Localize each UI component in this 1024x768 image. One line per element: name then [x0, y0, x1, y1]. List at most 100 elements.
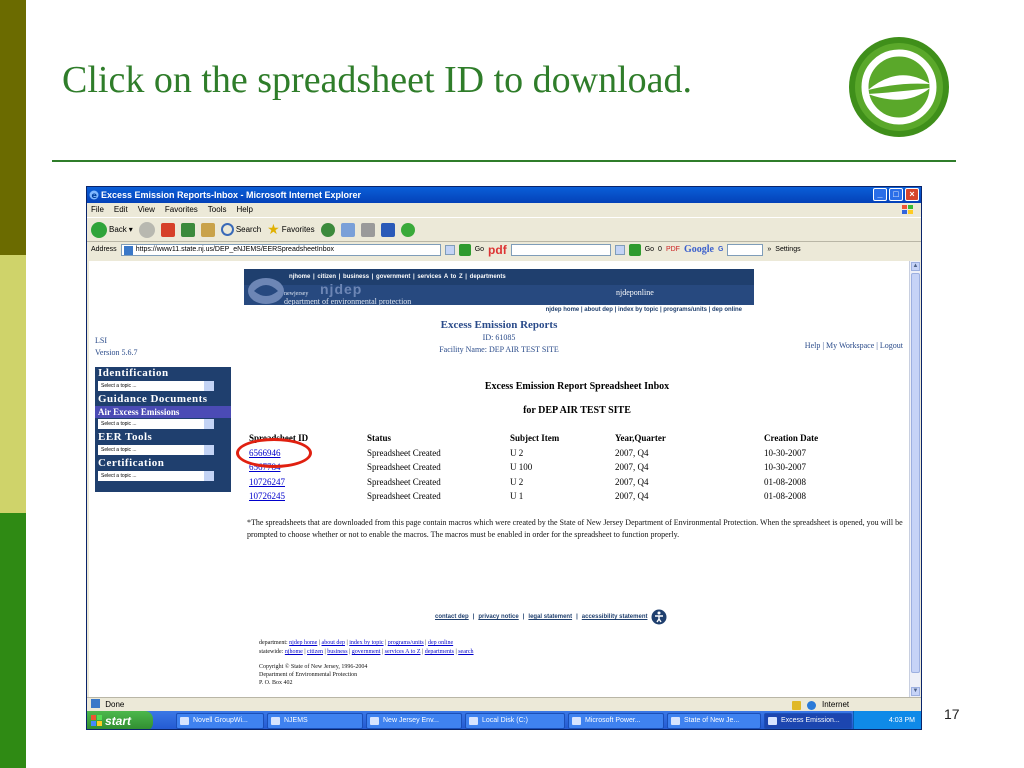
- task-new-jersey-env[interactable]: New Jersey Env...: [366, 713, 462, 729]
- settings-button[interactable]: Settings: [775, 246, 800, 253]
- eer-tools-select[interactable]: Select a topic ...: [98, 445, 214, 455]
- refresh-icon[interactable]: [180, 222, 195, 237]
- stop-icon[interactable]: [160, 222, 175, 237]
- dept-link[interactable]: njdep home: [289, 640, 317, 646]
- logout-link[interactable]: Logout: [880, 341, 903, 350]
- statewide-link[interactable]: services A to Z: [385, 649, 421, 655]
- ie-icon: [768, 717, 777, 725]
- menu-view[interactable]: View: [138, 203, 155, 217]
- status-bar: Done Internet: [87, 697, 921, 711]
- address-dropdown-button[interactable]: [444, 244, 455, 255]
- close-button[interactable]: ×: [905, 188, 919, 201]
- status-text: Done: [105, 700, 125, 709]
- history-icon[interactable]: [320, 222, 335, 237]
- nav-air-excess-emissions[interactable]: Air Excess Emissions: [95, 406, 231, 418]
- minimize-button[interactable]: _: [873, 188, 887, 201]
- inbox-title: Excess Emission Report Spreadsheet Inbox: [484, 381, 670, 392]
- groupwise-icon: [180, 717, 189, 725]
- task-state-of-new-jersey[interactable]: State of New Je...: [667, 713, 761, 729]
- task-powerpoint[interactable]: Microsoft Power...: [568, 713, 664, 729]
- vertical-scrollbar[interactable]: ▲ ▼: [909, 261, 920, 697]
- scroll-down-icon[interactable]: ▼: [911, 687, 920, 696]
- highlight-circle: [236, 438, 312, 468]
- scroll-thumb[interactable]: [911, 273, 920, 673]
- messenger-icon[interactable]: [400, 222, 415, 237]
- menu-favorites[interactable]: Favorites: [165, 203, 198, 217]
- user-links: Help | My Workspace | Logout: [804, 341, 903, 350]
- nav-eer-tools: EER Tools: [98, 431, 153, 443]
- pdf-logo[interactable]: pdf: [488, 243, 507, 257]
- google-g-button[interactable]: G: [718, 246, 723, 253]
- spreadsheet-id-link[interactable]: 10726247: [249, 477, 285, 487]
- back-button[interactable]: Back ▾: [91, 221, 133, 238]
- lock-icon: [792, 700, 801, 710]
- statewide-link[interactable]: departments: [425, 649, 454, 655]
- menu-edit[interactable]: Edit: [114, 203, 128, 217]
- task-njems[interactable]: NJEMS: [267, 713, 363, 729]
- nav-guidance-documents: Guidance Documents: [98, 393, 208, 405]
- pdf-button[interactable]: PDF: [666, 246, 680, 253]
- menu-file[interactable]: File: [91, 203, 104, 217]
- dept-link[interactable]: dep online: [428, 640, 453, 646]
- guidance-select[interactable]: Select a topic ...: [98, 419, 214, 429]
- statewide-link[interactable]: njhome: [285, 649, 303, 655]
- browser-window: e Excess Emission Reports-Inbox - Micros…: [86, 186, 922, 730]
- spreadsheet-id-link[interactable]: 10726245: [249, 491, 285, 501]
- privacy-notice-link[interactable]: privacy notice: [478, 614, 518, 620]
- go-button-2[interactable]: [628, 243, 641, 256]
- banner-bottom-links[interactable]: njdep home | about dep | index by topic …: [244, 305, 754, 315]
- scroll-up-icon[interactable]: ▲: [911, 262, 920, 271]
- nav-identification: Identification: [98, 367, 169, 379]
- statewide-link[interactable]: citizen: [307, 649, 323, 655]
- menu-tools[interactable]: Tools: [208, 203, 227, 217]
- favorites-button[interactable]: ★ Favorites: [267, 221, 314, 238]
- njdep-banner: njhome | citizen | business | government…: [244, 269, 754, 317]
- menu-help[interactable]: Help: [236, 203, 252, 217]
- go-button[interactable]: [458, 243, 471, 256]
- windows-logo-icon: [902, 205, 913, 214]
- my-workspace-link[interactable]: My Workspace: [826, 341, 874, 350]
- ie-icon: [671, 717, 680, 725]
- certification-select[interactable]: Select a topic ...: [98, 471, 214, 481]
- task-excess-emission[interactable]: Excess Emission...: [764, 713, 852, 729]
- statewide-link[interactable]: government: [352, 649, 381, 655]
- dept-link[interactable]: about dep: [322, 640, 346, 646]
- statewide-link[interactable]: search: [458, 649, 473, 655]
- forward-button[interactable]: [138, 221, 155, 238]
- nav-certification: Certification: [98, 457, 165, 469]
- chevron-down-icon: [204, 445, 214, 455]
- accessibility-statement-link[interactable]: accessibility statement: [582, 614, 648, 620]
- security-zone: Internet: [822, 700, 850, 709]
- menu-bar: File Edit View Favorites Tools Help: [87, 203, 921, 217]
- task-groupwise[interactable]: Novell GroupWi...: [176, 713, 264, 729]
- page-icon: [123, 245, 133, 255]
- search-button[interactable]: Search: [220, 223, 261, 236]
- pdf-search-input[interactable]: [510, 243, 611, 256]
- app-title: Excess Emission Reports: [440, 319, 558, 331]
- statewide-link[interactable]: business: [327, 649, 347, 655]
- home-icon[interactable]: [200, 222, 215, 237]
- print-icon[interactable]: [360, 222, 375, 237]
- window-titlebar[interactable]: e Excess Emission Reports-Inbox - Micros…: [87, 187, 921, 203]
- word-icon[interactable]: [380, 222, 395, 237]
- help-link[interactable]: Help: [805, 341, 821, 350]
- more-chevron-icon[interactable]: »: [767, 246, 771, 253]
- contact-dep-link[interactable]: contact dep: [435, 614, 469, 620]
- task-local-disk[interactable]: Local Disk (C:): [465, 713, 565, 729]
- table-row: 6566946 Spreadsheet Created U 2 2007, Q4…: [249, 447, 806, 458]
- powerpoint-icon: [572, 717, 581, 725]
- mail-icon[interactable]: [340, 222, 355, 237]
- start-button[interactable]: start: [87, 711, 153, 729]
- address-input[interactable]: https://www11.state.nj.us/DEP_eNJEMS/EER…: [120, 243, 441, 256]
- back-arrow-icon: [91, 221, 107, 238]
- accessibility-icon[interactable]: [651, 609, 667, 625]
- maximize-button[interactable]: □: [889, 188, 903, 201]
- identification-select[interactable]: Select a topic ...: [98, 381, 214, 391]
- legal-statement-link[interactable]: legal statement: [528, 614, 572, 620]
- dept-link[interactable]: index by topic: [349, 640, 383, 646]
- address-bar: Address https://www11.state.nj.us/DEP_eN…: [87, 241, 921, 257]
- pdf-dropdown-button[interactable]: [614, 244, 625, 255]
- copyright: Copyright © State of New Jersey, 1996-20…: [259, 664, 368, 686]
- google-search-input[interactable]: [727, 243, 764, 256]
- dept-link[interactable]: programs/units: [388, 640, 424, 646]
